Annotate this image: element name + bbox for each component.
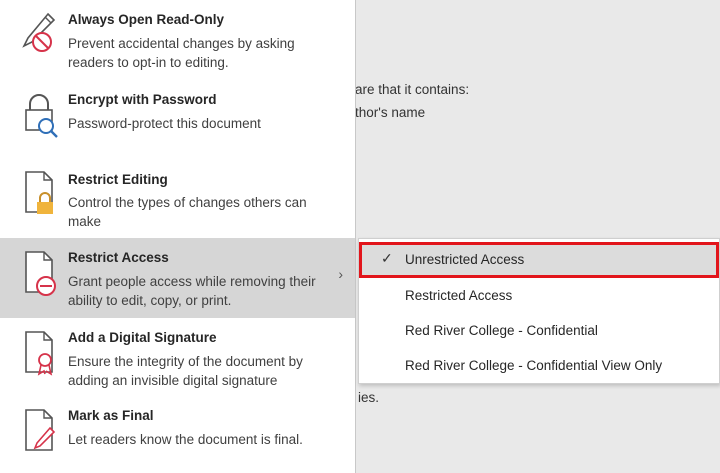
read-only-icon	[18, 8, 62, 60]
menu-item-description: Grant people access while removing their…	[68, 274, 316, 308]
menu-item-description: Control the types of changes others can …	[68, 195, 307, 229]
checkmark-icon: ✓	[381, 250, 393, 266]
menu-item-description: Let readers know the document is final.	[68, 432, 303, 447]
menu-item-description: Ensure the integrity of the document by …	[68, 354, 303, 388]
menu-item-mark-as-final[interactable]: Mark as Final Let readers know the docum…	[0, 398, 355, 473]
doc-info-line: thor's name	[355, 105, 426, 120]
menu-item-description: Password-protect this document	[68, 116, 261, 131]
document-prohibit-icon	[18, 248, 62, 300]
menu-item-restrict-access[interactable]: Restrict Access Grant people access whil…	[0, 238, 355, 318]
menu-item-title: Mark as Final	[68, 408, 154, 423]
document-ribbon-icon	[18, 328, 62, 380]
menu-item-description: Prevent accidental changes by asking rea…	[68, 36, 295, 70]
document-pencil-icon	[18, 406, 62, 458]
menu-item-title: Always Open Read-Only	[68, 12, 225, 27]
menu-item-title: Restrict Access	[68, 250, 169, 265]
document-lock-icon	[18, 168, 62, 220]
protect-document-menu: Always Open Read-Only Prevent accidental…	[0, 0, 356, 473]
menu-item-restrict-editing[interactable]: Restrict Editing Control the types of ch…	[0, 156, 355, 238]
submenu-item-label: Restricted Access	[405, 288, 513, 303]
submenu-item-label: Red River College - Confidential View On…	[405, 358, 663, 373]
restrict-access-submenu: ✓ Unrestricted Access Restricted Access …	[358, 238, 720, 384]
chevron-right-icon: ›	[338, 266, 343, 282]
submenu-item-label: Red River College - Confidential	[405, 323, 598, 338]
submenu-item-rrc-confidential-view-only[interactable]: Red River College - Confidential View On…	[359, 348, 719, 384]
menu-item-title: Restrict Editing	[68, 172, 168, 187]
menu-item-title: Add a Digital Signature	[68, 330, 217, 345]
submenu-item-restricted-access[interactable]: Restricted Access	[359, 278, 719, 314]
menu-item-title: Encrypt with Password	[68, 92, 217, 107]
submenu-item-rrc-confidential[interactable]: Red River College - Confidential	[359, 313, 719, 349]
doc-info-line: ies.	[358, 390, 380, 405]
menu-item-encrypt-with-password[interactable]: Encrypt with Password Password-protect t…	[0, 78, 355, 156]
menu-item-add-digital-signature[interactable]: Add a Digital Signature Ensure the integ…	[0, 318, 355, 398]
submenu-item-unrestricted-access[interactable]: ✓ Unrestricted Access	[359, 242, 719, 278]
lock-search-icon	[18, 90, 62, 142]
menu-item-always-open-read-only[interactable]: Always Open Read-Only Prevent accidental…	[0, 0, 355, 78]
doc-info-line: are that it contains:	[355, 82, 470, 97]
submenu-item-label: Unrestricted Access	[405, 252, 525, 267]
